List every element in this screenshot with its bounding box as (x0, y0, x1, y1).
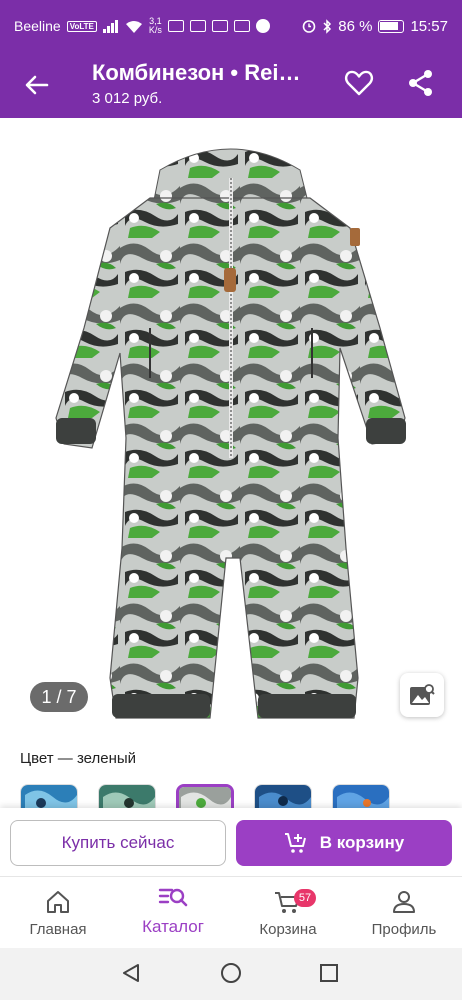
product-image[interactable] (0, 118, 462, 730)
add-to-cart-label: В корзину (319, 833, 405, 852)
nav-item-home-label: Главная (29, 921, 87, 938)
catalog-search-icon (158, 888, 188, 907)
product-price: 3 012 руб. (92, 90, 163, 107)
chrome-icon (255, 19, 270, 33)
home-icon (47, 891, 69, 913)
nav-item-catalog[interactable]: Каталог (123, 885, 223, 937)
product-gallery[interactable]: 1 / 7 (0, 118, 462, 730)
color-label: Цвет — зеленый (20, 750, 137, 767)
nav-item-home[interactable]: Главная (8, 889, 108, 938)
nav-item-profile[interactable]: Профиль (354, 889, 454, 938)
battery-icon (378, 19, 405, 33)
back-arrow-icon[interactable] (22, 70, 52, 100)
nav-item-catalog-label: Каталог (142, 917, 204, 936)
product-title: Комбинезон • Rei… (92, 60, 301, 85)
add-to-cart-icon (284, 833, 306, 853)
youtube-icon (167, 20, 184, 32)
share-icon[interactable] (406, 68, 436, 98)
system-home-icon[interactable] (220, 962, 242, 984)
add-to-cart-button[interactable]: В корзину (236, 820, 452, 866)
status-bar: Beeline VoLTE 3,1 K/s 86 % 15:57 (0, 0, 462, 52)
app-bar: Комбинезон • Rei… 3 012 руб. (0, 52, 462, 118)
favorite-heart-icon[interactable] (344, 68, 374, 98)
bottom-navigation: Главная Каталог 57 Корзина Профиль (0, 876, 462, 948)
system-back-icon[interactable] (120, 962, 142, 984)
buy-now-button[interactable]: Купить сейчас (10, 820, 226, 866)
volte-badge: VoLTE (66, 20, 97, 32)
bluetooth-icon (323, 18, 332, 34)
cart-count-badge: 57 (294, 889, 316, 907)
nav-item-profile-label: Профиль (371, 921, 437, 938)
clock: 15:57 (410, 17, 448, 35)
image-counter: 1 / 7 (30, 682, 88, 712)
signal-icon (102, 19, 118, 33)
image-search-icon (410, 684, 435, 705)
nav-item-cart-label: Корзина (259, 921, 317, 938)
nav-item-cart[interactable]: 57 Корзина (238, 889, 338, 938)
network-speed: 3,1 K/s (148, 16, 162, 35)
message-icon (233, 20, 250, 32)
news-icon (189, 20, 206, 32)
image-search-button[interactable] (400, 673, 444, 717)
vk-icon (211, 20, 228, 32)
profile-icon (393, 891, 415, 913)
battery-percent: 86 % (338, 17, 373, 35)
carrier-name: Beeline (14, 18, 61, 34)
alarm-icon (302, 20, 316, 33)
system-navigation-bar (0, 948, 462, 1000)
action-bar: Купить сейчас В корзину (0, 808, 462, 876)
wifi-icon (125, 20, 142, 33)
system-recents-icon[interactable] (318, 962, 340, 984)
